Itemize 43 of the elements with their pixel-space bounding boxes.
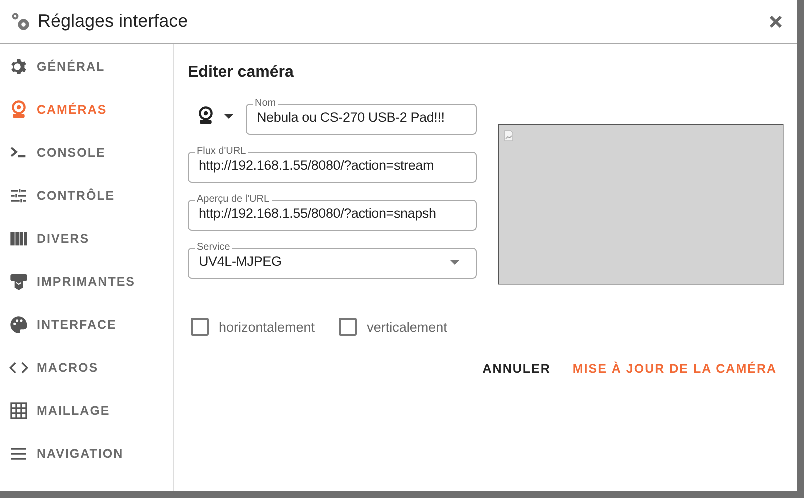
caret-icon [224, 114, 234, 118]
printer-icon [9, 272, 29, 292]
sidebar-item[interactable]: MAILLAGE [0, 389, 173, 432]
palette-icon [9, 314, 29, 334]
gear-icon [9, 56, 29, 76]
field-value: UV4L-MJPEG [199, 254, 282, 270]
field-value: http://192.168.1.55/8080/?action=snapsh [199, 206, 438, 222]
cancel-button[interactable]: ANNULER [474, 356, 559, 382]
grid-icon [9, 400, 29, 420]
sidebar-item[interactable]: DIVERS [0, 217, 173, 260]
url-field[interactable]: Aperçu de l'URL http://192.168.1.55/8080/?action=snapsh [188, 194, 477, 231]
close-icon[interactable] [769, 14, 783, 28]
field-label: Service [196, 242, 232, 254]
sidebar-item[interactable]: NAVIGATION [0, 432, 173, 475]
url-field[interactable]: Flux d'URL http://192.168.1.55/8080/?action=stream [188, 146, 477, 183]
sidebar-item[interactable]: CAMÉRAS [0, 88, 173, 131]
field-label: Aperçu de l'URL [196, 194, 270, 206]
checkbox[interactable] [339, 318, 358, 336]
sidebar-item[interactable]: GÉNÉRAL [0, 45, 173, 88]
webcam-icon [196, 105, 216, 127]
broken-image-icon [504, 130, 514, 142]
form-heading: Editer caméra [188, 64, 295, 82]
caret-icon [450, 260, 460, 264]
sidebar-item[interactable]: INTERFACE [0, 303, 173, 346]
window-title: Réglages interface [38, 11, 190, 32]
checkbox[interactable] [191, 318, 209, 336]
checkbox-label: verticalement [367, 320, 448, 334]
gears-icon [10, 10, 32, 32]
field-label: Flux d'URL [196, 146, 248, 158]
name-field[interactable]: Nom Nebula ou CS-270 USB-2 Pad!!! [246, 98, 477, 135]
checkbox-option[interactable]: verticalement [339, 318, 448, 336]
update-button[interactable]: MISE À JOUR DE LA CAMÉRA [564, 356, 785, 382]
sidebar-item[interactable]: CONSOLE [0, 131, 173, 174]
checkbox-option[interactable]: horizontalement [191, 318, 316, 336]
field-value: Nebula ou CS-270 USB-2 Pad!!! [257, 110, 446, 126]
sidebar-item[interactable]: MACROS [0, 346, 173, 389]
field-label: Nom [254, 98, 278, 110]
checkbox-label: horizontalement [219, 320, 316, 334]
sidebar-item[interactable]: IMPRIMANTES [0, 260, 173, 303]
sidebar-item[interactable]: CONTRÔLE [0, 174, 173, 217]
field-value: http://192.168.1.55/8080/?action=stream [199, 158, 436, 174]
webcam-icon [9, 100, 29, 120]
service-select[interactable]: Service UV4L-MJPEG [188, 242, 477, 279]
